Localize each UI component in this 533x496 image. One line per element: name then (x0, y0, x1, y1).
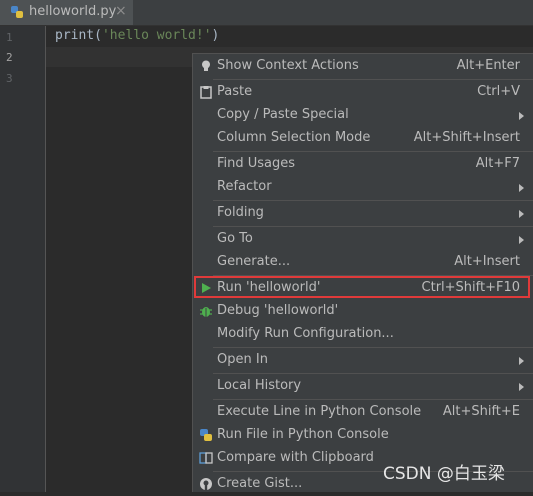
watermark: CSDN @白玉梁 (383, 464, 505, 484)
submenu-arrow-icon (519, 236, 524, 244)
line-number: 3 (6, 72, 13, 85)
submenu-arrow-icon (519, 210, 524, 218)
clipboard-icon (200, 86, 212, 99)
menu-item-label: Create Gist... (217, 476, 303, 491)
menu-separator (213, 79, 533, 80)
editor-tab-bar: helloworld.py × (0, 0, 533, 26)
code-paren-close: ) (211, 28, 220, 43)
tab-label: helloworld.py (29, 4, 117, 19)
menu-item-label: Paste (217, 84, 253, 99)
menu-item-label: Refactor (217, 179, 272, 194)
menu-item-label: Run File in Python Console (217, 427, 389, 442)
menu-separator (213, 347, 533, 348)
menu-item-label: Generate... (217, 254, 291, 269)
line-number-gutter: 1 2 3 (0, 26, 46, 492)
menu-item-label: Column Selection Mode (217, 130, 371, 145)
menu-item-shortcut: Alt+Shift+E (442, 404, 520, 419)
menu-item-modify-run-configuration[interactable]: Modify Run Configuration... (193, 323, 533, 346)
menu-item-show-context-actions[interactable]: Show Context Actions Alt+Enter (193, 55, 533, 78)
line-number: 2 (6, 51, 13, 64)
submenu-arrow-icon (519, 383, 524, 391)
menu-separator (213, 373, 533, 374)
menu-item-paste[interactable]: Paste Ctrl+V (193, 81, 533, 104)
menu-item-folding[interactable]: Folding (193, 202, 533, 225)
menu-item-generate[interactable]: Generate... Alt+Insert (193, 251, 533, 274)
run-item-highlight-box (194, 276, 530, 298)
python-icon (200, 429, 212, 441)
menu-separator (213, 226, 533, 227)
submenu-arrow-icon (519, 112, 524, 120)
menu-item-run-file-python-console[interactable]: Run File in Python Console (193, 424, 533, 447)
menu-separator (213, 399, 533, 400)
python-file-icon (11, 6, 23, 18)
submenu-arrow-icon (519, 184, 524, 192)
menu-item-label: Local History (217, 378, 302, 393)
github-icon (200, 478, 212, 490)
tab-close-icon[interactable]: × (115, 3, 127, 19)
menu-item-label: Compare with Clipboard (217, 450, 374, 465)
submenu-arrow-icon (519, 357, 524, 365)
menu-item-local-history[interactable]: Local History (193, 375, 533, 398)
menu-item-label: Copy / Paste Special (217, 107, 349, 122)
menu-item-shortcut: Ctrl+V (477, 84, 520, 99)
menu-item-shortcut: Alt+F7 (475, 156, 520, 171)
menu-item-debug-helloworld[interactable]: Debug 'helloworld' (193, 300, 533, 323)
menu-item-label: Execute Line in Python Console (217, 404, 422, 419)
menu-item-open-in[interactable]: Open In (193, 349, 533, 372)
menu-item-label: Folding (217, 205, 264, 220)
context-menu: Show Context Actions Alt+Enter Paste Ctr… (192, 53, 533, 492)
lightbulb-icon (202, 60, 210, 71)
tab-helloworld[interactable]: helloworld.py × (0, 0, 133, 25)
code-string: 'hello world!' (101, 28, 212, 43)
debug-icon (200, 307, 212, 317)
menu-item-label: Find Usages (217, 156, 296, 171)
code-function: print (55, 28, 95, 43)
menu-item-shortcut: Alt+Insert (454, 254, 520, 269)
menu-item-refactor[interactable]: Refactor (193, 176, 533, 199)
menu-item-label: Open In (217, 352, 268, 367)
code-paren-open: ( (94, 28, 102, 43)
menu-item-find-usages[interactable]: Find Usages Alt+F7 (193, 153, 533, 176)
code-line-1[interactable]: print('hello world!') (55, 28, 219, 43)
menu-item-shortcut: Alt+Enter (456, 58, 520, 73)
menu-separator (213, 151, 533, 152)
menu-item-label: Modify Run Configuration... (217, 326, 394, 341)
compare-icon (199, 452, 213, 464)
menu-item-label: Debug 'helloworld' (217, 303, 339, 318)
menu-item-shortcut: Alt+Shift+Insert (413, 130, 520, 145)
menu-item-column-selection-mode[interactable]: Column Selection Mode Alt+Shift+Insert (193, 127, 533, 150)
menu-item-execute-line-python-console[interactable]: Execute Line in Python Console Alt+Shift… (193, 401, 533, 424)
menu-item-label: Show Context Actions (217, 58, 359, 73)
menu-separator (213, 200, 533, 201)
line-number: 1 (6, 31, 13, 44)
menu-item-copy-paste-special[interactable]: Copy / Paste Special (193, 104, 533, 127)
menu-item-label: Go To (217, 231, 253, 246)
menu-item-go-to[interactable]: Go To (193, 228, 533, 251)
